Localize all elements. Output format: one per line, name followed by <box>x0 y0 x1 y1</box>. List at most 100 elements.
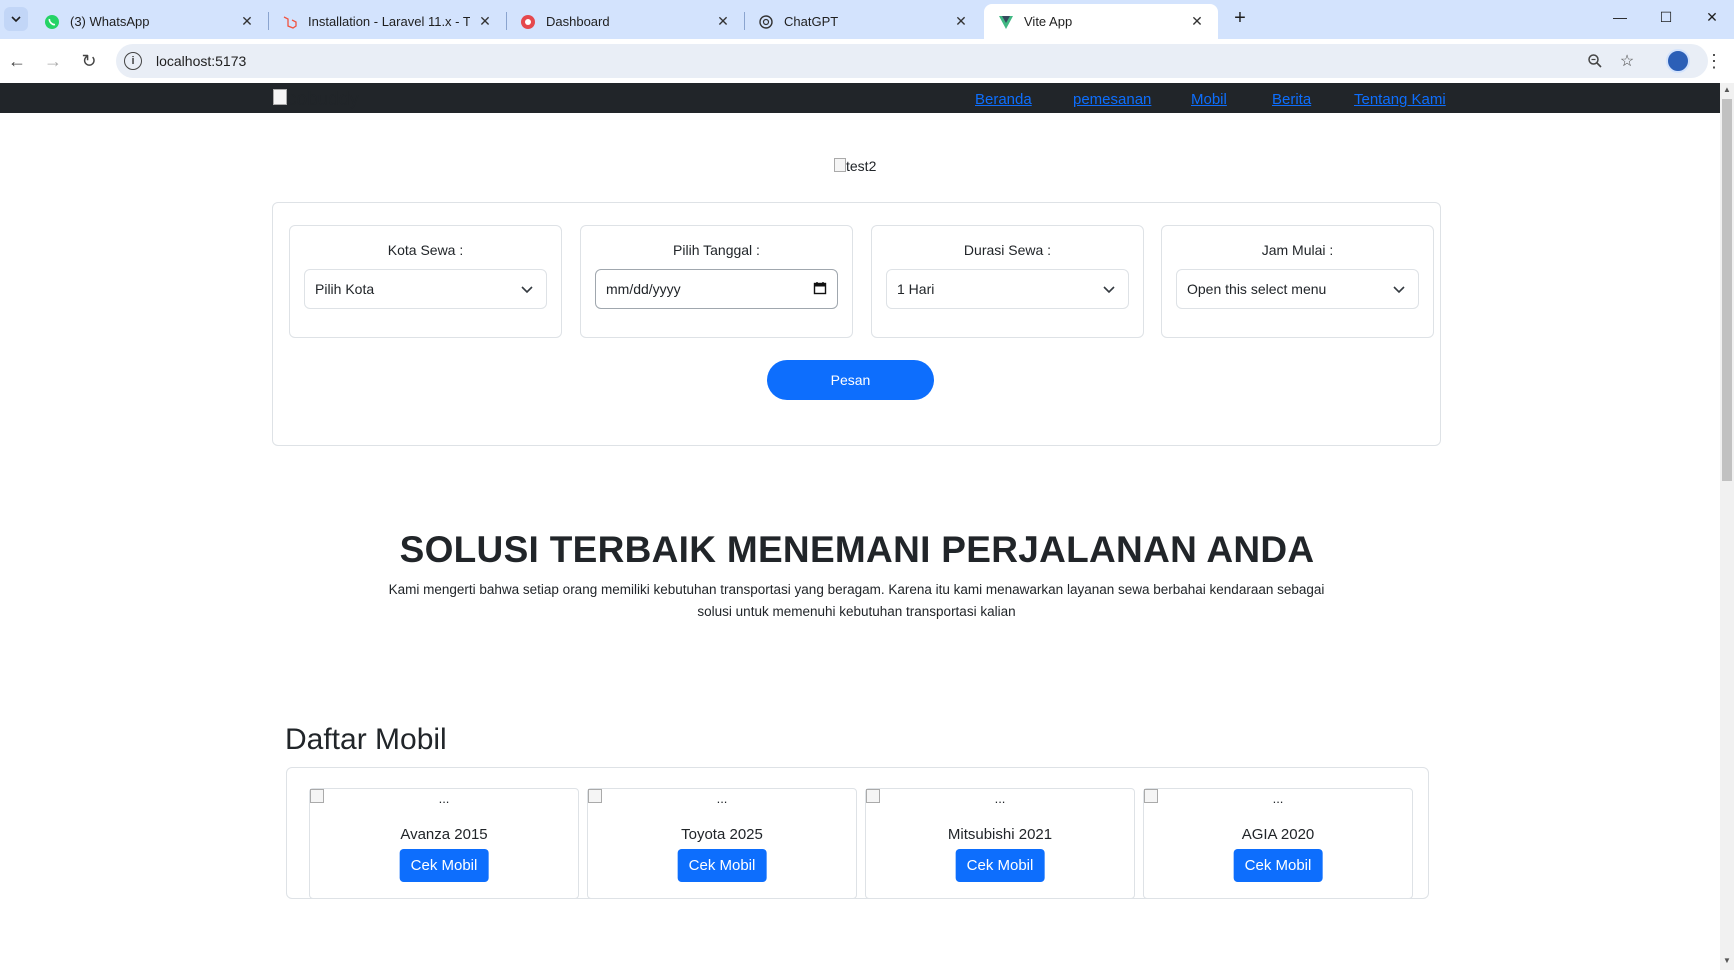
arrow-left-icon: ← <box>8 50 26 71</box>
minimize-button[interactable]: — <box>1598 0 1642 34</box>
duration-select[interactable]: 1 Hari <box>886 269 1129 309</box>
tab-dashboard[interactable]: Dashboard ✕ <box>506 4 744 39</box>
scrollbar-thumb[interactable] <box>1722 99 1732 481</box>
browser-toolbar: ← → ↻ i localhost:5173 ☆ ⋮ <box>0 39 1734 83</box>
car-image-alt: ... <box>716 791 728 806</box>
laravel-icon <box>282 14 298 30</box>
scroll-up-icon[interactable]: ▲ <box>1723 86 1731 94</box>
pesan-button[interactable]: Pesan <box>767 360 934 400</box>
cars-section-title: Daftar Mobil <box>285 723 447 756</box>
nav-link-beranda[interactable]: Beranda <box>975 91 1032 108</box>
cek-mobil-button[interactable]: Cek Mobil <box>955 849 1045 882</box>
duration-field-card: Durasi Sewa : 1 Hari <box>871 225 1144 338</box>
tab-whatsapp[interactable]: (3) WhatsApp ✕ <box>30 4 268 39</box>
tab-title: Dashboard <box>546 14 610 29</box>
city-field-card: Kota Sewa : Pilih Kota <box>289 225 562 338</box>
date-input-placeholder: mm/dd/yyyy <box>606 281 681 297</box>
plus-icon: + <box>1234 6 1246 29</box>
zoom-icon[interactable] <box>1582 48 1608 74</box>
nav-link-pemesanan[interactable]: pemesanan <box>1073 91 1151 108</box>
chevron-down-icon <box>1103 286 1115 294</box>
cars-list: ... Avanza 2015 Cek Mobil ... Toyota 202… <box>286 767 1429 899</box>
cek-mobil-button[interactable]: Cek Mobil <box>677 849 767 882</box>
start-time-select-value: Open this select menu <box>1187 281 1327 297</box>
minimize-icon: — <box>1613 9 1627 25</box>
tab-title: (3) WhatsApp <box>70 14 150 29</box>
dashboard-icon <box>520 14 536 30</box>
profile-avatar[interactable] <box>1666 49 1690 73</box>
reload-button[interactable]: ↻ <box>76 48 102 74</box>
broken-image-icon <box>273 89 287 105</box>
maximize-button[interactable]: ☐ <box>1644 0 1688 34</box>
car-card: ... AGIA 2020 Cek Mobil <box>1143 788 1413 899</box>
car-image-alt: ... <box>1272 791 1284 806</box>
nav-link-tentang-kami[interactable]: Tentang Kami <box>1354 91 1446 108</box>
bookmark-star-icon[interactable]: ☆ <box>1614 48 1640 74</box>
date-input[interactable]: mm/dd/yyyy <box>595 269 838 309</box>
chevron-down-icon <box>521 286 533 294</box>
tab-search-button[interactable] <box>4 7 28 31</box>
car-card: ... Avanza 2015 Cek Mobil <box>309 788 579 899</box>
tab-title: Installation - Laravel 11.x - The <box>308 14 470 29</box>
cek-mobil-button[interactable]: Cek Mobil <box>399 849 489 882</box>
city-select-value: Pilih Kota <box>315 281 375 297</box>
page-viewport: cobuddy Beranda pemesanan Mobil Berita T… <box>0 83 1720 970</box>
duration-label: Durasi Sewa : <box>963 242 1052 258</box>
brand-logo[interactable]: cobuddy <box>273 89 359 111</box>
city-label: Kota Sewa : <box>387 242 464 258</box>
cek-mobil-button[interactable]: Cek Mobil <box>1233 849 1323 882</box>
tab-laravel[interactable]: Installation - Laravel 11.x - The ✕ <box>268 4 506 39</box>
car-image-alt: ... <box>438 791 450 806</box>
tab-title: ChatGPT <box>784 14 839 29</box>
start-time-select[interactable]: Open this select menu <box>1176 269 1419 309</box>
new-tab-button[interactable]: + <box>1228 6 1252 30</box>
chevron-down-icon <box>1393 286 1405 294</box>
car-name: Avanza 2015 <box>400 826 488 843</box>
tab-vite-app[interactable]: Vite App ✕ <box>984 4 1218 39</box>
chevron-down-icon <box>11 16 21 23</box>
menu-kebab-icon[interactable]: ⋮ <box>1704 48 1724 74</box>
scroll-down-icon[interactable]: ▼ <box>1723 957 1731 965</box>
close-icon[interactable]: ✕ <box>714 13 732 31</box>
car-card: ... Mitsubishi 2021 Cek Mobil <box>865 788 1135 899</box>
city-select[interactable]: Pilih Kota <box>304 269 547 309</box>
close-icon[interactable]: ✕ <box>476 13 494 31</box>
calendar-icon[interactable] <box>813 281 827 295</box>
booking-form: Kota Sewa : Pilih Kota Pilih Tanggal : m… <box>272 202 1441 446</box>
car-name: Mitsubishi 2021 <box>947 826 1053 843</box>
close-icon[interactable]: ✕ <box>1188 13 1206 31</box>
back-button[interactable]: ← <box>4 48 30 74</box>
car-card: ... Toyota 2025 Cek Mobil <box>587 788 857 899</box>
brand-alt-text: cobuddy <box>287 89 359 110</box>
date-field-card: Pilih Tanggal : mm/dd/yyyy <box>580 225 853 338</box>
tab-chatgpt[interactable]: ChatGPT ✕ <box>744 4 982 39</box>
reload-icon: ↻ <box>81 50 97 71</box>
broken-image-icon <box>834 158 846 172</box>
vite-icon <box>998 14 1014 30</box>
car-name: AGIA 2020 <box>1241 826 1315 843</box>
close-icon: ✕ <box>1706 8 1718 25</box>
chatgpt-icon <box>758 14 774 30</box>
maximize-icon: ☐ <box>1659 8 1673 25</box>
page-scrollbar[interactable]: ▲ ▼ <box>1720 83 1734 970</box>
hero-alt-text: test2 <box>846 158 877 174</box>
close-icon[interactable]: ✕ <box>238 13 256 31</box>
close-icon[interactable]: ✕ <box>952 13 970 31</box>
nav-link-berita[interactable]: Berita <box>1272 91 1311 108</box>
tab-title: Vite App <box>1024 14 1073 29</box>
start-time-field-card: Jam Mulai : Open this select menu <box>1161 225 1434 338</box>
car-name: Toyota 2025 <box>681 826 763 843</box>
whatsapp-icon <box>44 14 60 30</box>
page-headline: SOLUSI TERBAIK MENEMANI PERJALANAN ANDA <box>399 529 1315 570</box>
site-navbar <box>0 83 1720 113</box>
hero-image: test2 <box>834 158 876 174</box>
duration-select-value: 1 Hari <box>897 281 935 297</box>
nav-link-mobil[interactable]: Mobil <box>1191 91 1227 108</box>
forward-button[interactable]: → <box>40 48 66 74</box>
arrow-right-icon: → <box>44 50 62 71</box>
info-icon[interactable]: i <box>124 52 142 70</box>
close-window-button[interactable]: ✕ <box>1690 0 1734 34</box>
url-text: localhost:5173 <box>156 53 247 69</box>
start-time-label: Jam Mulai : <box>1261 242 1334 258</box>
address-bar[interactable]: i localhost:5173 <box>116 44 1708 78</box>
